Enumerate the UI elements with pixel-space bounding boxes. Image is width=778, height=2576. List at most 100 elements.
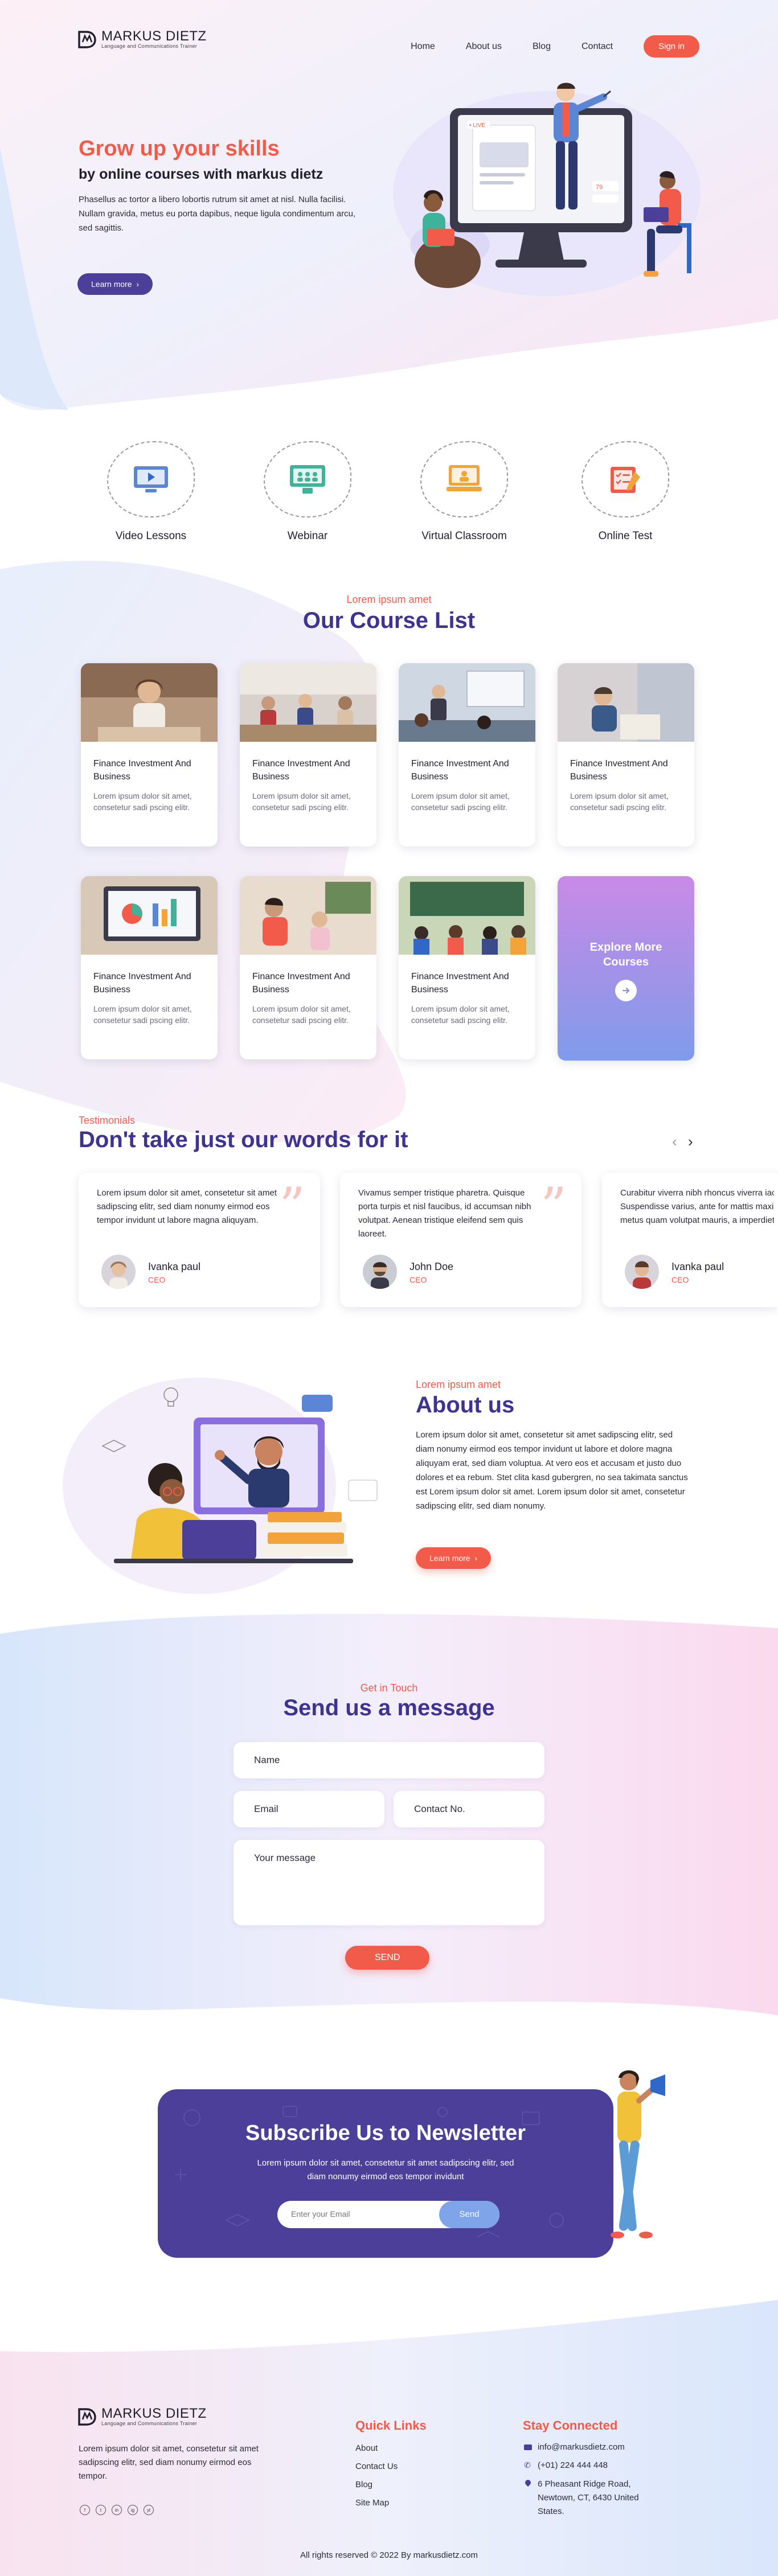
footer-phone[interactable]: (+01) 224 444 448 [538,2460,608,2470]
avatar [363,1255,397,1289]
course-image [399,663,535,742]
testimonial-text: Lorem ipsum dolor sit amet, consetetur s… [97,1188,277,1225]
chevron-right-icon: › [472,1554,478,1563]
avatar [625,1255,659,1289]
feature-label: Online Test [598,530,653,542]
webinar-icon [290,465,325,494]
newsletter-form: Enter your Email Send [277,2201,499,2228]
nav-contact[interactable]: Contact [582,42,613,52]
explore-more-label: Explore More Courses [589,941,662,968]
footer-link-contact[interactable]: Contact Us [355,2462,398,2471]
about-learn-more-label: Learn more [429,1554,470,1563]
course-title: Finance Investment And Business [252,972,350,995]
footer-link-blog[interactable]: Blog [355,2480,372,2489]
course-card[interactable]: Finance Investment And Business Lorem ip… [81,663,218,847]
course-image [240,663,376,742]
hero-learn-more-label: Learn more [91,280,132,289]
course-card[interactable]: Finance Investment And Business Lorem ip… [558,663,694,847]
testimonial-text-inner: Curabitur viverra nibh rhoncus viverra i… [620,1188,774,1225]
viewer-count: 79 [596,184,603,191]
facebook-icon[interactable]: f [80,2505,90,2515]
main-nav: Home About us Blog Contact Sign in [411,35,699,57]
course-desc: Lorem ipsum dolor sit amet, consetetur s… [570,791,669,812]
contact-kicker: Get in Touch [360,1682,418,1694]
testimonials-title: Don't take just our words for it [79,1127,408,1152]
feature-video-lessons[interactable]: Video Lessons [88,441,214,543]
message-field[interactable]: Your message [234,1840,544,1925]
course-title: Finance Investment And Business [93,759,191,782]
testimonials-kicker: Testimonials [79,1115,136,1126]
testimonials-next-icon[interactable]: › [688,1133,693,1151]
course-card[interactable]: Finance Investment And Business Lorem ip… [399,876,535,1059]
nav-about[interactable]: About us [466,42,502,52]
quote-icon: ” [279,1177,305,1236]
logo-mark-icon [78,31,96,48]
newsletter-banner: Subscribe Us to Newsletter Lorem ipsum d… [158,2089,613,2258]
hero-text: Phasellus ac tortor a libero lobortis ru… [79,195,356,233]
feature-virtual-classroom[interactable]: Virtual Classroom [402,441,527,543]
twitter-icon[interactable]: t [96,2505,106,2515]
feature-label: Webinar [287,530,328,542]
newsletter-email-input[interactable]: Enter your Email [291,2209,350,2218]
course-title: Finance Investment And Business [93,972,191,995]
testimonial-name: Ivanka paul [671,1261,724,1272]
hero-title: Grow up your skills [79,137,280,161]
instagram-icon[interactable]: ig [128,2505,138,2515]
nav-home[interactable]: Home [411,42,435,52]
nav-blog[interactable]: Blog [533,42,551,52]
course-desc: Lorem ipsum dolor sit amet, consetetur s… [411,791,510,812]
feature-ring [107,441,195,517]
brand-tagline: Language and Communications Trainer [101,43,198,49]
about-kicker: Lorem ipsum amet [416,1379,501,1390]
newsletter-send-button[interactable]: Send [439,2201,499,2228]
testimonials-prev-icon[interactable]: ‹ [672,1133,677,1151]
newsletter-text: Lorem ipsum dolor sit amet, consetetur s… [257,2158,514,2181]
about-title: About us [416,1392,515,1418]
footer-brand-logo[interactable]: MARKUS DIETZ Language and Communications… [77,2407,207,2426]
hero-illustration: • LIVE 79 [393,83,701,296]
course-card[interactable]: Finance Investment And Business Lorem ip… [81,876,218,1059]
explore-more-courses-card[interactable]: Explore More Courses [558,876,694,1061]
course-desc: Lorem ipsum dolor sit amet, consetetur s… [411,1004,510,1025]
about-learn-more-button[interactable]: Learn more › [416,1547,492,1569]
feature-label: Video Lessons [115,530,187,542]
course-card[interactable]: Finance Investment And Business Lorem ip… [399,663,535,847]
brand-logo[interactable]: MARKUS DIETZ Language and Communications… [77,30,207,49]
youtube-icon[interactable]: yt [144,2505,154,2515]
linkedin-icon[interactable]: in [112,2505,122,2515]
course-title: Finance Investment And Business [252,759,350,782]
video-lesson-icon [134,466,168,492]
logo-mark-icon [78,2408,96,2426]
quote-icon: ” [540,1177,567,1236]
course-card[interactable]: Finance Investment And Business Lorem ip… [240,663,376,847]
footer-about-text: Lorem ipsum dolor sit amet, consetetur s… [79,2444,259,2481]
mail-icon [524,2444,532,2450]
footer-link-sitemap[interactable]: Site Map [355,2498,389,2508]
feature-ring [420,441,508,517]
send-button[interactable]: SEND [345,1946,430,1970]
sign-in-button[interactable]: Sign in [644,35,699,57]
course-card[interactable]: Finance Investment And Business Lorem ip… [240,876,376,1059]
name-field[interactable]: Name [234,1742,544,1778]
footer-email[interactable]: info@markusdietz.com [538,2442,625,2452]
course-image [81,876,218,955]
course-image [81,663,218,742]
email-field[interactable]: Email [234,1791,384,1827]
quick-links-title: Quick Links [355,2418,427,2433]
feature-online-test[interactable]: Online Test [563,441,688,543]
newsletter-title: Subscribe Us to Newsletter [245,2121,526,2145]
testimonial-name: Ivanka paul [148,1261,201,1272]
course-image [558,663,694,742]
live-badge: • LIVE [469,122,485,129]
course-desc: Lorem ipsum dolor sit amet, consetetur s… [93,791,192,812]
about-illustration [101,1387,378,1563]
course-image [240,876,376,955]
about-text: Lorem ipsum dolor sit amet, consetetur s… [416,1430,688,1511]
testimonial-role: CEO [410,1275,427,1284]
contact-number-field[interactable]: Contact No. [394,1791,544,1827]
arrow-right-icon [615,980,637,1001]
testimonial-card: Lorem ipsum dolor sit amet, consetetur s… [79,1173,320,1307]
hero-learn-more-button[interactable]: Learn more › [77,273,153,295]
footer-link-about[interactable]: About [355,2443,378,2453]
feature-webinar[interactable]: Webinar [245,441,370,543]
